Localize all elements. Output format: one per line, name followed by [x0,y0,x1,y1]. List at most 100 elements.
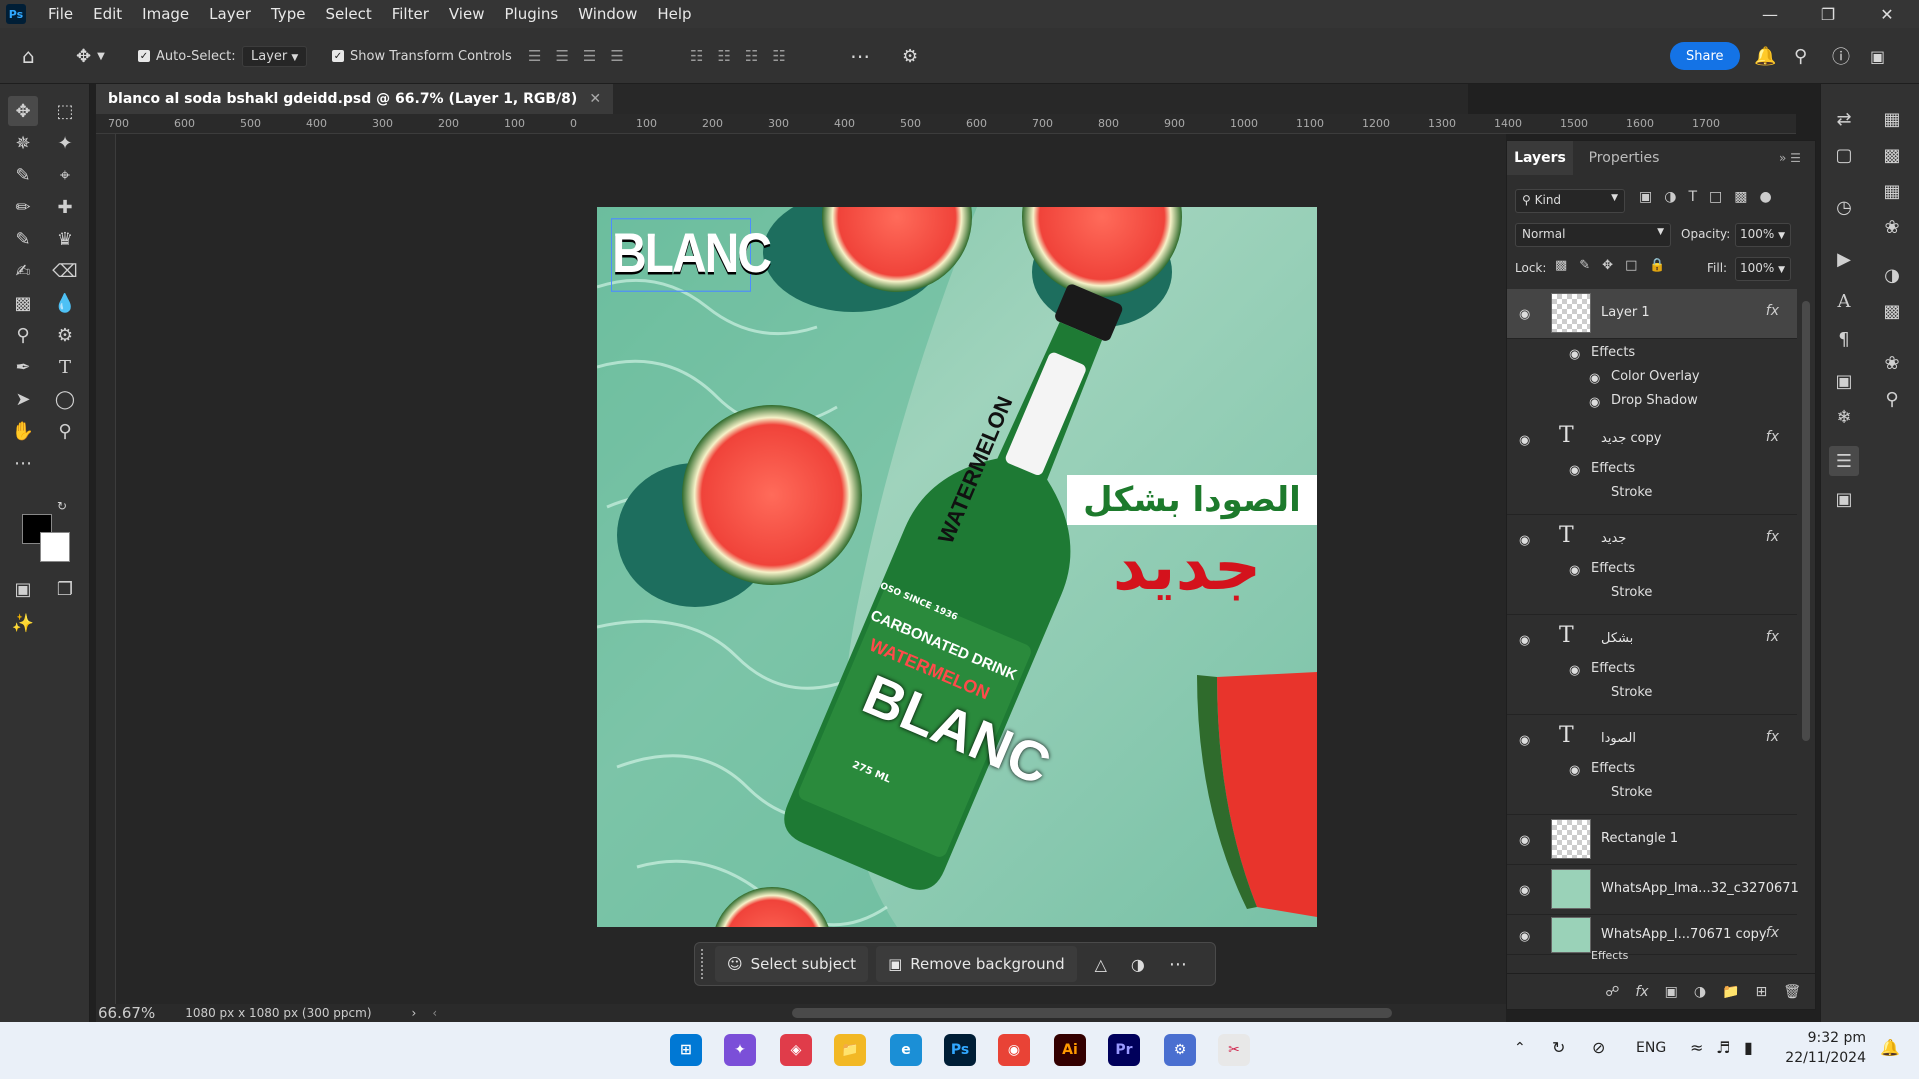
filter-type-icons[interactable]: ▣◑T□▩● [1639,189,1784,205]
screen-mode-icon[interactable]: ❐ [50,574,80,604]
pen-tool-icon[interactable]: ✒ [8,352,38,382]
eye-icon[interactable]: ◉ [1519,733,1535,748]
auto-select-dropdown[interactable]: Layer ▼ [242,42,308,70]
headline-soda-text[interactable]: الصودا بشكل [1067,475,1317,525]
mask-icon[interactable]: ▣ [1665,984,1678,1000]
eye-icon[interactable]: ◉ [1569,663,1585,678]
snipping-tool-icon[interactable]: ✂ [1218,1034,1250,1066]
creative-cloud-icon[interactable]: ◈ [780,1034,812,1066]
eye-icon[interactable]: ◉ [1569,563,1585,578]
menu-layer[interactable]: Layer [199,5,261,23]
patterns-icon[interactable]: ❀ [1877,212,1907,242]
close-tab-icon[interactable]: ✕ [589,91,601,107]
workspace-icon[interactable]: ▣ [1870,42,1885,70]
layer-row-text[interactable]: ◉ T جديد fx ◉ Effects Stroke [1507,515,1797,615]
paragraph-icon[interactable]: ¶ [1829,324,1859,354]
path-select-icon[interactable]: ➤ [8,384,38,414]
eye-icon[interactable]: ◉ [1519,929,1535,944]
eye-icon[interactable]: ◉ [1589,395,1605,410]
layers-panel-icon[interactable]: ☰ [1829,446,1859,476]
blur-tool-icon[interactable]: 💧 [50,288,80,318]
transform-controls-checkbox[interactable]: ✓ Show Transform Controls [332,42,512,70]
fx-icon[interactable]: fx [1635,984,1648,1000]
history-icon[interactable]: ⇄ [1829,104,1859,134]
tab-properties[interactable]: Properties [1579,141,1669,175]
eye-icon[interactable]: ◉ [1569,347,1585,362]
edge-browser-icon[interactable]: e [890,1034,922,1066]
menu-help[interactable]: Help [647,5,701,23]
menu-filter[interactable]: Filter [382,5,439,23]
minimize-icon[interactable]: — [1745,0,1795,28]
glyphs-icon[interactable]: ❄ [1829,402,1859,432]
eye-icon[interactable]: ◉ [1589,371,1605,386]
history-brush-icon[interactable]: ✍ [8,256,38,286]
illustrator-icon[interactable]: Ai [1054,1034,1086,1066]
link-icon[interactable]: ☍ [1605,984,1619,1000]
horizontal-scrollbar[interactable] [792,1008,1392,1018]
3d-icon[interactable]: ▣ [1829,366,1859,396]
language-indicator[interactable]: ENG [1636,1040,1666,1056]
notifications-icon[interactable]: 🔔 [1880,1038,1900,1057]
paths-icon[interactable]: ⚲ [1877,384,1907,414]
gradient-tool-icon[interactable]: ▩ [8,288,38,318]
fx-icon[interactable]: fx [1766,925,1779,941]
effect-drop-shadow[interactable]: Drop Shadow [1611,393,1698,408]
layer-row-layer-1[interactable]: ◉ Layer 1 fx [1507,289,1797,339]
layer-row-text[interactable]: ◉ T الصودا fx ◉ Effects Stroke [1507,715,1797,815]
layer-row-rectangle[interactable]: ◉ Rectangle 1 [1507,815,1797,865]
shapes-icon[interactable]: ▣ [1829,484,1859,514]
auto-select-checkbox[interactable]: ✓ Auto-Select: [138,42,236,70]
layer-row-image-copy[interactable]: ◉ WhatsApp_I...70671 copy fx Effects [1507,915,1797,962]
align-buttons[interactable]: ☰☰☰☰ [528,42,638,70]
swap-colors-icon[interactable]: ↻ [54,498,70,514]
file-explorer-icon[interactable]: 📁 [834,1034,866,1066]
volume-icon[interactable]: ♬ [1716,1038,1730,1057]
chevron-left-icon[interactable]: ‹ [432,1006,437,1020]
menu-file[interactable]: File [38,5,83,23]
gear-icon[interactable]: ⚙ [902,42,918,70]
eyedropper-icon[interactable]: ✏ [8,192,38,222]
fx-icon[interactable]: fx [1766,429,1779,445]
select-subject-button[interactable]: ☺ Select subject [715,946,869,982]
lock-options-icons[interactable]: ▩✎✥□🔒 [1555,258,1678,273]
background-color-swatch[interactable] [40,532,70,562]
battery-icon[interactable]: ▮ [1744,1038,1753,1057]
effect-stroke[interactable]: Stroke [1611,485,1652,500]
menu-select[interactable]: Select [315,5,381,23]
network-off-icon[interactable]: ⊘ [1592,1038,1605,1057]
zoom-level[interactable]: 66.67% [98,1004,155,1022]
help-icon[interactable]: ⓘ [1832,42,1850,70]
photoshop-taskbar-icon[interactable]: Ps [944,1034,976,1066]
quick-mask-icon[interactable]: ▣ [8,574,38,604]
effect-stroke[interactable]: Stroke [1611,585,1652,600]
eye-icon[interactable]: ◉ [1569,463,1585,478]
layer-row-image[interactable]: ◉ WhatsApp_Ima...32_c3270671 [1507,865,1799,915]
windows-start-icon[interactable]: ⊞ [670,1034,702,1066]
app-icon[interactable]: ⚙ [1164,1034,1196,1066]
panel-menu-icon[interactable]: » ☰ [1779,151,1801,165]
new-layer-icon[interactable]: ⊞ [1755,984,1767,1000]
swatches-icon[interactable]: ▦ [1877,176,1907,206]
home-icon[interactable]: ⌂ [22,42,35,70]
zoom-tool-icon[interactable]: ⚲ [50,416,80,446]
eye-icon[interactable]: ◉ [1519,533,1535,548]
effect-stroke[interactable]: Stroke [1611,685,1652,700]
fill-input[interactable]: 100% ▼ [1735,257,1791,281]
marquee-tool-icon[interactable]: ⬚ [50,96,80,126]
move-tool-icon[interactable]: ✥ ▼ [76,42,105,70]
actions-icon[interactable]: ▶ [1829,244,1859,274]
effect-color-overlay[interactable]: Color Overlay [1611,369,1700,384]
adjustment-icon[interactable]: ◑ [1131,955,1145,974]
character-icon[interactable]: A [1829,286,1859,316]
chevron-right-icon[interactable]: › [412,1006,417,1020]
eye-icon[interactable]: ◉ [1519,883,1535,898]
dodge-tool-icon[interactable]: ⚲ [8,320,38,350]
remove-background-button[interactable]: ▣ Remove background [876,946,1077,982]
blend-mode-dropdown[interactable]: Normal ▼ [1515,223,1671,247]
fx-icon[interactable]: fx [1766,529,1779,545]
fx-icon[interactable]: fx [1766,729,1779,745]
more-options-icon[interactable]: ⋯ [1169,954,1187,975]
hand-tool-icon[interactable]: ✋ [8,416,38,446]
document-tab[interactable]: blanco al soda bshakl gdeidd.psd @ 66.7%… [96,84,614,114]
effect-stroke[interactable]: Stroke [1611,785,1652,800]
